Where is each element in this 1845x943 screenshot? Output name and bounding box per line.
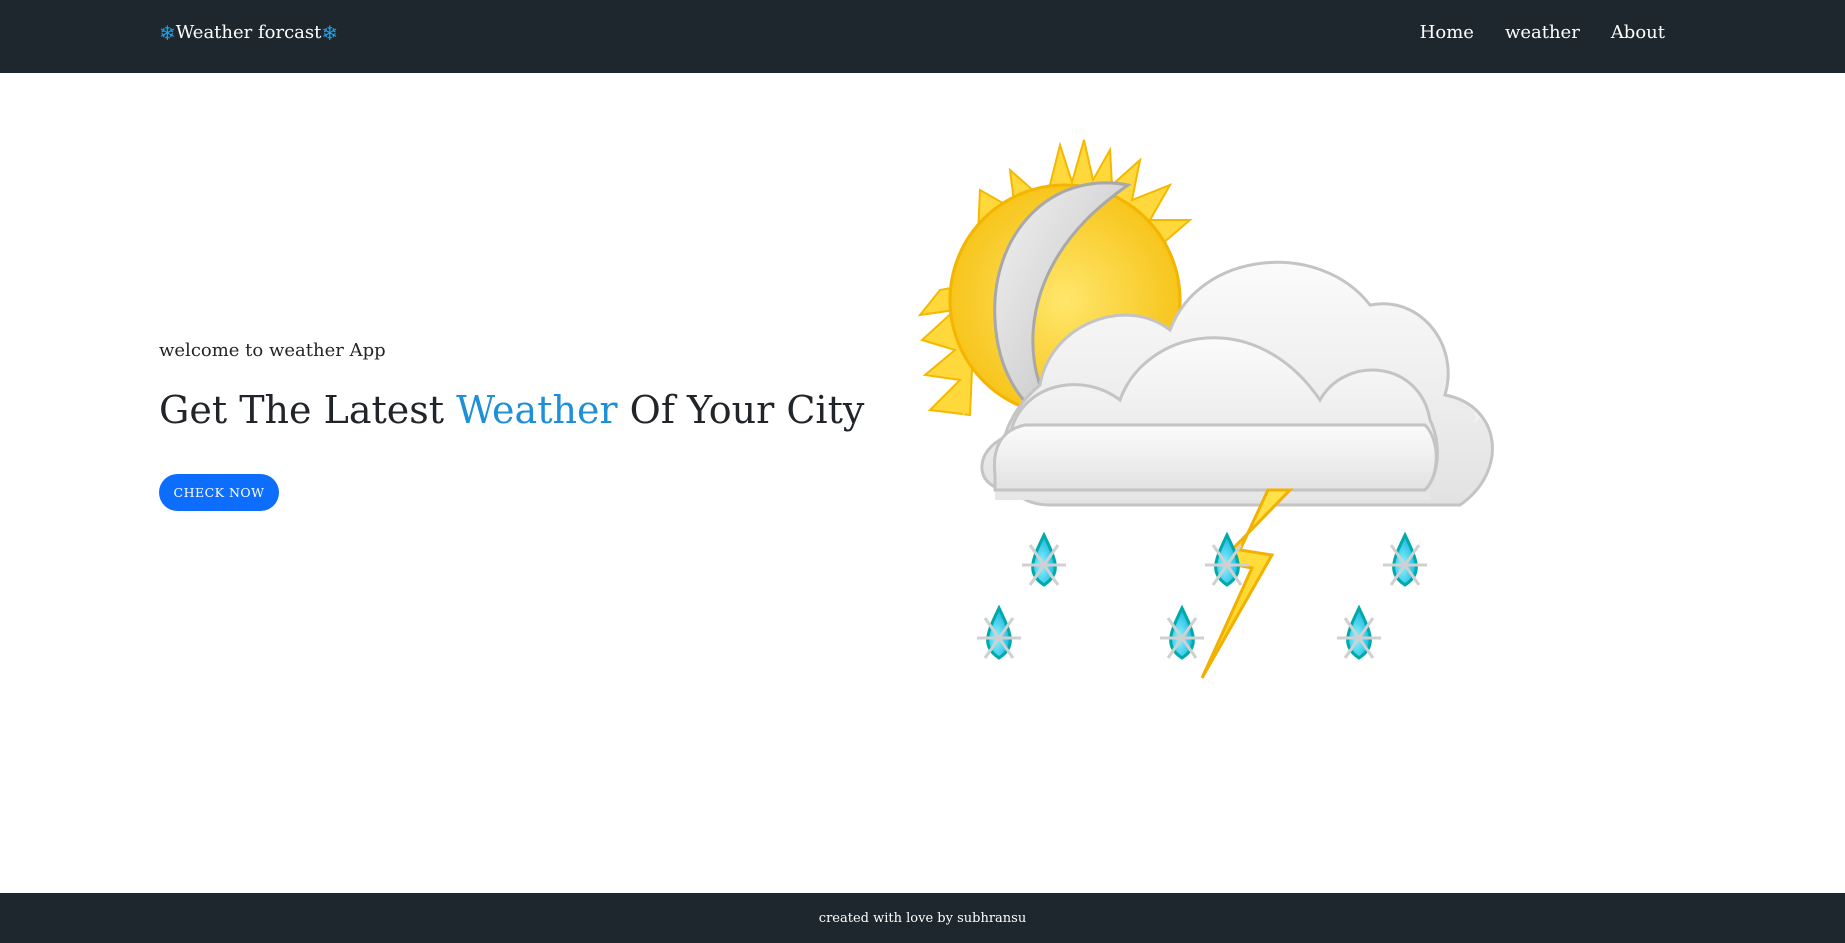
- snowflake-icon: ❄: [159, 20, 176, 45]
- headline-part: Get The Latest: [159, 388, 457, 432]
- carousel-prev-icon[interactable]: ‹: [958, 405, 967, 430]
- page-headline: Get The Latest Weather Of Your City: [159, 388, 864, 432]
- snow-drop-icons: [977, 531, 1427, 660]
- nav-link-about[interactable]: About: [1611, 22, 1665, 43]
- brand-title: Weather forcast: [175, 22, 322, 43]
- footer-credit: created with love by subhransu: [818, 910, 1027, 926]
- check-now-button[interactable]: CHECK NOW: [159, 474, 279, 511]
- nav-link-weather[interactable]: weather: [1505, 22, 1580, 43]
- weather-illustration-icon: [917, 139, 1494, 679]
- brand-logo[interactable]: ❄ Weather forcast ❄: [159, 22, 338, 43]
- headline-accent: Weather: [456, 388, 618, 432]
- nav-links: Home weather About: [1420, 22, 1665, 43]
- carousel-next-icon[interactable]: ›: [1472, 405, 1481, 430]
- welcome-text: welcome to weather App: [159, 340, 386, 361]
- weather-illustration: ‹ ›: [900, 130, 1540, 720]
- snowflake-icon: ❄: [321, 20, 339, 45]
- headline-part: Of Your City: [617, 388, 865, 432]
- nav-link-home[interactable]: Home: [1420, 22, 1474, 43]
- footer: created with love by subhransu: [0, 893, 1845, 943]
- top-navbar: ❄ Weather forcast ❄ Home weather About: [0, 0, 1845, 73]
